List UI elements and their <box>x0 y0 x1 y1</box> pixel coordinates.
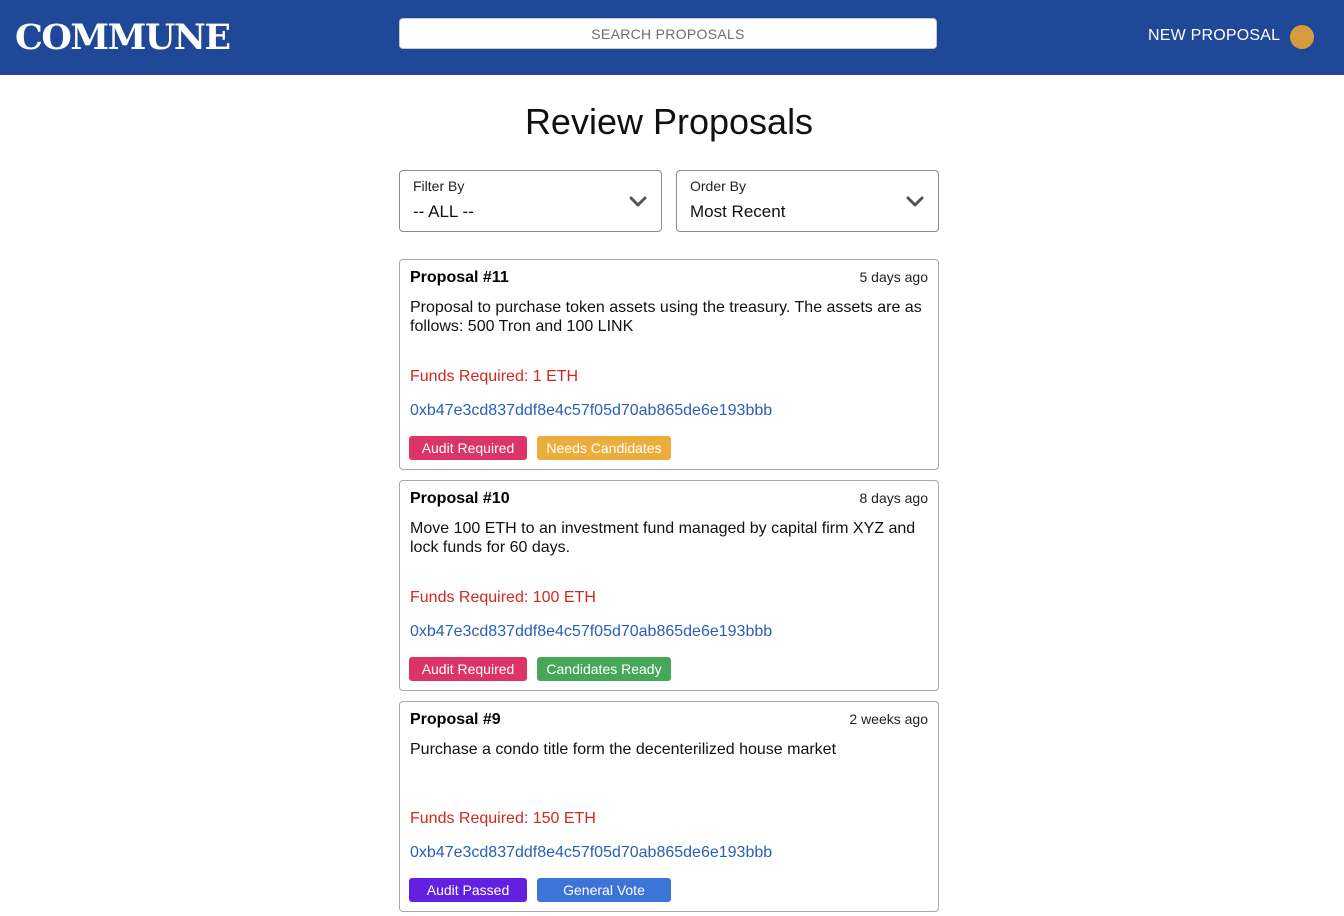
chevron-down-icon <box>629 196 647 207</box>
proposal-title: Proposal #9 <box>410 711 501 728</box>
status-badge: Audit Required <box>409 436 527 460</box>
status-badge: General Vote <box>537 878 671 902</box>
user-avatar[interactable] <box>1290 25 1314 49</box>
new-proposal-button[interactable]: NEW PROPOSAL <box>1148 26 1280 46</box>
proposal-timestamp: 2 weeks ago <box>849 711 928 727</box>
proposal-card[interactable]: Proposal #9 2 weeks ago Purchase a condo… <box>399 701 939 912</box>
funds-required: Funds Required: 100 ETH <box>410 589 596 606</box>
proposal-card[interactable]: Proposal #11 5 days ago Proposal to purc… <box>399 259 939 470</box>
filter-by-select[interactable]: Filter By -- ALL -- <box>399 170 662 232</box>
funds-required: Funds Required: 1 ETH <box>410 368 579 385</box>
status-badge: Audit Passed <box>409 878 527 902</box>
filter-by-label: Filter By <box>413 178 465 194</box>
proposal-description: Move 100 ETH to an investment fund manag… <box>410 520 916 556</box>
proposal-address-link[interactable]: 0xb47e3cd837ddf8e4c57f05d70ab865de6e193b… <box>410 844 772 862</box>
proposal-title: Proposal #10 <box>410 490 510 507</box>
page-title: Review Proposals <box>524 101 814 142</box>
proposal-address-link[interactable]: 0xb47e3cd837ddf8e4c57f05d70ab865de6e193b… <box>410 623 772 641</box>
proposal-title: Proposal #11 <box>410 269 509 286</box>
proposal-address-link[interactable]: 0xb47e3cd837ddf8e4c57f05d70ab865de6e193b… <box>410 402 772 420</box>
order-by-label: Order By <box>690 178 747 194</box>
proposal-timestamp: 5 days ago <box>859 269 929 285</box>
top-navigation-bar: COMMUNE NEW PROPOSAL <box>0 0 1344 75</box>
order-by-select[interactable]: Order By Most Recent <box>676 170 939 232</box>
proposal-card[interactable]: Proposal #10 8 days ago Move 100 ETH to … <box>399 480 939 691</box>
search-input[interactable] <box>399 18 937 49</box>
proposal-description: Purchase a condo title form the decenter… <box>410 741 837 758</box>
status-badge: Needs Candidates <box>537 436 671 460</box>
funds-required: Funds Required: 150 ETH <box>410 810 596 827</box>
order-by-value: Most Recent <box>690 202 786 221</box>
chevron-down-icon <box>906 196 924 207</box>
proposal-timestamp: 8 days ago <box>859 490 929 506</box>
commune-logo[interactable]: COMMUNE <box>15 16 231 60</box>
status-badge: Candidates Ready <box>537 657 671 681</box>
proposal-description: Proposal to purchase token assets using … <box>410 299 922 335</box>
status-badge: Audit Required <box>409 657 527 681</box>
filter-by-value: -- ALL -- <box>413 202 474 221</box>
